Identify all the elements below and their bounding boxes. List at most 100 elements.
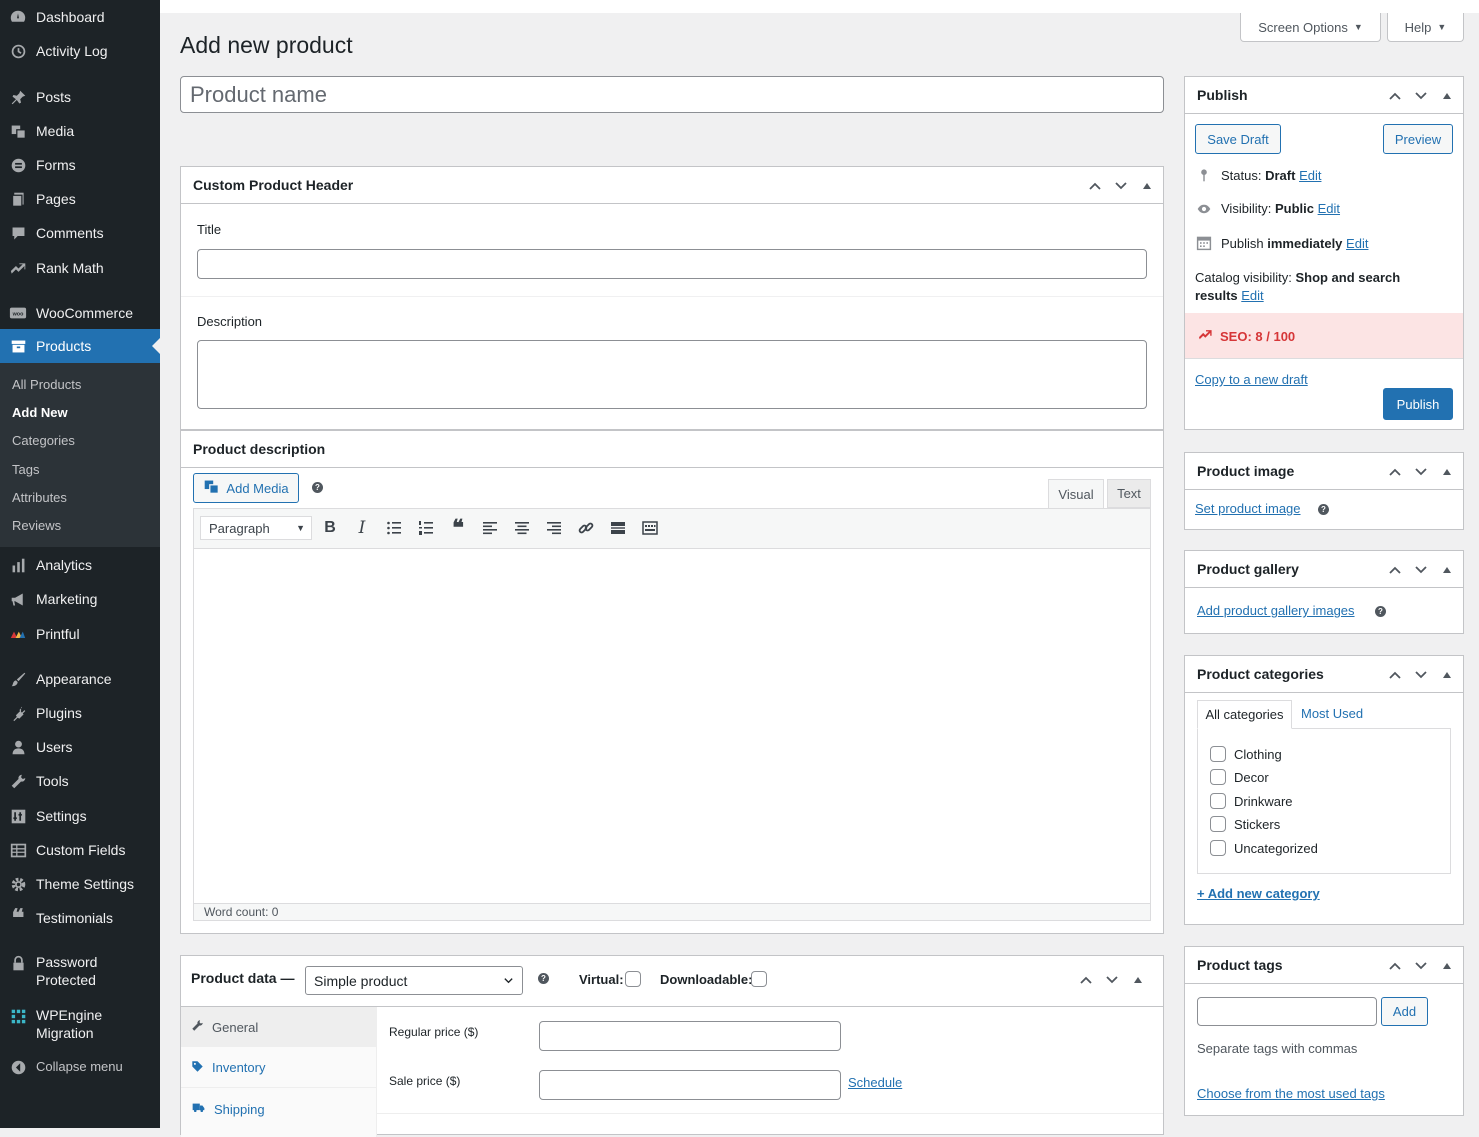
category-checkbox[interactable] [1210, 746, 1226, 762]
toggle-panel-icon[interactable] [1128, 970, 1148, 990]
menu-tools[interactable]: Tools [0, 771, 160, 791]
menu-woocommerce[interactable]: woo WooCommerce [0, 303, 160, 323]
menu-printful[interactable]: Printful [0, 624, 160, 644]
menu-password-protected[interactable]: Password Protected [0, 953, 160, 989]
menu-activity-log[interactable]: Activity Log [0, 41, 160, 61]
submenu-add-new[interactable]: Add New [12, 405, 68, 420]
menu-pages[interactable]: Pages [0, 189, 160, 209]
category-clothing[interactable]: Clothing [1210, 746, 1282, 762]
bulleted-list-icon[interactable] [383, 518, 405, 538]
move-up-icon[interactable] [1385, 462, 1405, 482]
edit-status-link[interactable]: Edit [1299, 168, 1321, 183]
menu-forms[interactable]: Forms [0, 155, 160, 175]
align-right-icon[interactable] [543, 518, 565, 538]
category-uncategorized[interactable]: Uncategorized [1210, 840, 1318, 856]
product-type-select[interactable]: Simple product [305, 966, 523, 995]
move-up-icon[interactable] [1385, 956, 1405, 976]
move-up-icon[interactable] [1385, 560, 1405, 580]
help-icon[interactable]: ? [312, 482, 323, 493]
help-icon[interactable]: ? [1375, 606, 1386, 617]
toggle-panel-icon[interactable] [1437, 560, 1457, 580]
preview-button[interactable]: Preview [1383, 124, 1453, 154]
menu-products[interactable]: Products [0, 329, 160, 363]
tab-most-used[interactable]: Most Used [1301, 706, 1363, 721]
menu-dashboard[interactable]: Dashboard [0, 7, 160, 27]
move-up-icon[interactable] [1085, 176, 1105, 196]
submenu-attributes[interactable]: Attributes [12, 490, 67, 505]
menu-marketing[interactable]: Marketing [0, 589, 160, 609]
move-down-icon[interactable] [1411, 86, 1431, 106]
virtual-checkbox[interactable] [625, 971, 641, 987]
move-down-icon[interactable] [1411, 462, 1431, 482]
italic-icon[interactable]: I [351, 518, 373, 538]
help-button[interactable]: Help ▼ [1387, 13, 1464, 42]
add-tag-button[interactable]: Add [1381, 997, 1428, 1026]
toggle-panel-icon[interactable] [1437, 462, 1457, 482]
tab-inventory[interactable]: Inventory [181, 1048, 376, 1088]
new-tag-input[interactable] [1197, 997, 1377, 1026]
move-down-icon[interactable] [1411, 956, 1431, 976]
menu-posts[interactable]: Posts [0, 87, 160, 107]
menu-rank-math[interactable]: Rank Math [0, 258, 160, 278]
toolbar-toggle-icon[interactable] [639, 518, 661, 538]
align-center-icon[interactable] [511, 518, 533, 538]
set-product-image-link[interactable]: Set product image [1195, 501, 1301, 516]
publish-button[interactable]: Publish [1383, 388, 1453, 420]
align-left-icon[interactable] [479, 518, 501, 538]
bold-icon[interactable]: B [319, 518, 341, 538]
add-new-category-link[interactable]: + Add new category [1197, 886, 1320, 901]
edit-publish-date-link[interactable]: Edit [1346, 236, 1368, 251]
category-drinkware[interactable]: Drinkware [1210, 793, 1293, 809]
link-icon[interactable] [575, 518, 597, 538]
tab-general[interactable]: General [181, 1007, 376, 1047]
menu-media[interactable]: Media [0, 121, 160, 141]
schedule-link[interactable]: Schedule [848, 1075, 902, 1090]
menu-wpengine-migration[interactable]: WPEngine Migration [0, 1006, 160, 1042]
toggle-panel-icon[interactable] [1437, 86, 1457, 106]
header-title-input[interactable] [197, 249, 1147, 279]
category-checkbox[interactable] [1210, 840, 1226, 856]
category-checkbox[interactable] [1210, 793, 1226, 809]
category-checkbox[interactable] [1210, 816, 1226, 832]
regular-price-input[interactable] [539, 1021, 841, 1051]
format-select[interactable]: Paragraph ▼ [200, 516, 312, 540]
edit-catalog-link[interactable]: Edit [1241, 288, 1263, 303]
menu-appearance[interactable]: Appearance [0, 669, 160, 689]
menu-analytics[interactable]: Analytics [0, 555, 160, 575]
help-icon[interactable]: ? [538, 973, 549, 984]
menu-plugins[interactable]: Plugins [0, 703, 160, 723]
submenu-reviews[interactable]: Reviews [12, 518, 61, 533]
move-up-icon[interactable] [1385, 86, 1405, 106]
move-down-icon[interactable] [1102, 970, 1122, 990]
menu-theme-settings[interactable]: Theme Settings [0, 874, 160, 894]
blockquote-icon[interactable]: ❝ [447, 515, 469, 541]
category-checkbox[interactable] [1210, 769, 1226, 785]
menu-comments[interactable]: Comments [0, 223, 160, 243]
collapse-menu-button[interactable]: Collapse menu [0, 1057, 160, 1077]
category-stickers[interactable]: Stickers [1210, 816, 1280, 832]
choose-most-used-tags-link[interactable]: Choose from the most used tags [1197, 1086, 1385, 1101]
menu-testimonials[interactable]: ❝ Testimonials [0, 906, 160, 930]
move-up-icon[interactable] [1076, 970, 1096, 990]
menu-settings[interactable]: Settings [0, 806, 160, 826]
read-more-icon[interactable] [607, 518, 629, 538]
header-description-textarea[interactable] [197, 340, 1147, 409]
add-media-button[interactable]: Add Media [193, 473, 299, 503]
move-up-icon[interactable] [1385, 665, 1405, 685]
screen-options-button[interactable]: Screen Options ▼ [1240, 13, 1381, 42]
toggle-panel-icon[interactable] [1137, 176, 1157, 196]
tab-text[interactable]: Text [1107, 479, 1151, 508]
toggle-panel-icon[interactable] [1437, 956, 1457, 976]
edit-visibility-link[interactable]: Edit [1318, 201, 1340, 216]
downloadable-checkbox[interactable] [751, 971, 767, 987]
category-decor[interactable]: Decor [1210, 769, 1269, 785]
move-down-icon[interactable] [1411, 560, 1431, 580]
numbered-list-icon[interactable] [415, 518, 437, 538]
toggle-panel-icon[interactable] [1437, 665, 1457, 685]
product-name-input[interactable] [180, 76, 1164, 113]
move-down-icon[interactable] [1111, 176, 1131, 196]
submenu-tags[interactable]: Tags [12, 462, 39, 477]
copy-to-draft-link[interactable]: Copy to a new draft [1195, 372, 1308, 387]
move-down-icon[interactable] [1411, 665, 1431, 685]
save-draft-button[interactable]: Save Draft [1195, 124, 1281, 154]
